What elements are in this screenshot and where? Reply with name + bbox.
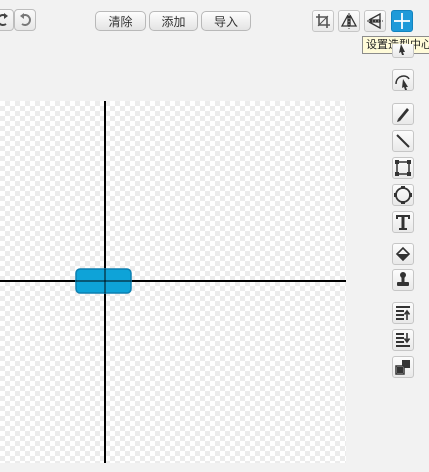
rectangle-icon	[395, 160, 411, 176]
select-tool[interactable]	[392, 44, 414, 58]
crop-icon	[316, 14, 330, 28]
add-button[interactable]: 添加	[149, 11, 198, 31]
flip-horizontal-button[interactable]	[338, 10, 360, 32]
canvas-overlay	[0, 101, 346, 463]
text-icon	[396, 215, 410, 230]
flip-vertical-button[interactable]	[364, 10, 386, 32]
send-backward-icon	[396, 333, 411, 347]
send-backward-tool[interactable]	[392, 329, 414, 351]
paint-canvas[interactable]	[0, 101, 346, 463]
reshape-tool[interactable]	[392, 69, 414, 91]
line-tool[interactable]	[392, 130, 414, 152]
bring-forward-icon	[396, 306, 411, 320]
pencil-tool[interactable]	[392, 103, 414, 125]
import-button[interactable]: 导入	[201, 11, 251, 31]
bring-forward-tool[interactable]	[392, 302, 414, 324]
text-tool[interactable]	[392, 211, 414, 233]
redo-icon	[20, 13, 31, 26]
stamp-icon	[397, 272, 409, 286]
set-center-icon	[394, 13, 410, 29]
undo-icon	[0, 13, 8, 26]
pencil-icon	[397, 108, 409, 122]
layers-icon	[395, 360, 410, 375]
fill-tool[interactable]	[392, 243, 414, 265]
flip-vertical-icon	[367, 12, 383, 30]
crop-button[interactable]	[312, 10, 334, 32]
fill-icon	[395, 246, 411, 262]
redo-button[interactable]	[14, 9, 36, 31]
set-center-button[interactable]	[391, 10, 413, 32]
layers-tool[interactable]	[392, 356, 414, 378]
stamp-tool[interactable]	[392, 269, 414, 291]
ellipse-icon	[394, 186, 412, 204]
ellipse-tool[interactable]	[392, 184, 414, 206]
line-icon	[396, 134, 410, 148]
select-arrow-icon	[399, 44, 405, 55]
undo-button[interactable]	[0, 9, 14, 31]
rectangle-tool[interactable]	[392, 157, 414, 179]
reshape-icon	[395, 75, 410, 90]
flip-horizontal-icon	[340, 13, 358, 29]
clear-button[interactable]: 清除	[95, 11, 146, 31]
